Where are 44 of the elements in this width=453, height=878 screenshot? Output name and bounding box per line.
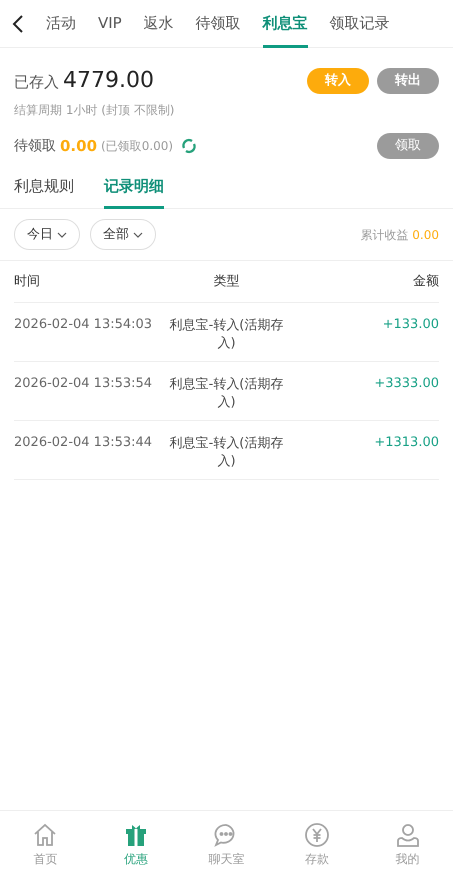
nav-tab[interactable]: 待领取 (196, 0, 241, 48)
nav-tab[interactable]: 活动 (46, 0, 76, 48)
amount-cell-text: +1313.00 (373, 434, 439, 452)
bottom-nav-item[interactable]: 存款 (272, 811, 362, 878)
bottom-nav-item[interactable]: 优惠 (90, 811, 182, 878)
bottom-nav-item[interactable]: 我的 (362, 811, 453, 878)
nav-tab[interactable]: 返水 (144, 0, 174, 48)
pending-label: 待领取 (14, 136, 56, 156)
time-cell-text: 2026-02-04 13:53:44 (14, 434, 154, 452)
section-tab[interactable]: 利息规则 (14, 175, 74, 209)
column-header: 类型 (212, 272, 240, 291)
user-icon (394, 822, 421, 848)
chevron-down-icon (57, 232, 67, 238)
time-cell-text: 2026-02-04 13:53:54 (14, 375, 154, 393)
type-cell-text: 利息宝-转入(活期存入) (168, 376, 284, 412)
column-header: 金额 (412, 272, 439, 291)
chevron-down-icon (133, 232, 143, 238)
type-cell-text: 利息宝-转入(活期存入) (168, 435, 284, 471)
type-cell-text: 利息宝-转入(活期存入) (168, 317, 284, 353)
total-earnings-value: 0.00 (412, 226, 439, 244)
back-icon[interactable] (12, 14, 24, 34)
yen-icon (304, 822, 330, 848)
nav-tab[interactable]: 利息宝 (262, 0, 308, 48)
amount-cell-text: +133.00 (382, 316, 439, 334)
amount-cell-text: +3333.00 (373, 375, 439, 393)
filter-dropdown[interactable]: 今日 (14, 219, 80, 250)
nav-tab[interactable]: 领取记录 (330, 0, 390, 48)
claim-button[interactable]: 领取 (377, 133, 439, 159)
bottom-nav-item[interactable]: 聊天室 (181, 811, 272, 878)
cycle-note: 结算周期 1小时 (封顶 不限制) (14, 102, 176, 119)
transfer-out-button[interactable]: 转出 (377, 68, 439, 94)
home-icon (32, 822, 58, 848)
time-cell-text: 2026-02-04 13:54:03 (14, 316, 154, 334)
refresh-icon[interactable] (181, 138, 198, 154)
claimed-note: (已领取0.00) (101, 138, 174, 155)
column-header: 时间 (14, 272, 41, 291)
total-earnings-label: 累计收益 (360, 226, 408, 244)
section-tab[interactable]: 记录明细 (104, 175, 164, 209)
deposited-amount: 4779.00 (63, 67, 154, 95)
deposited-label: 已存入 (14, 72, 59, 93)
pending-amount: 0.00 (60, 136, 98, 157)
filter-dropdown[interactable]: 全部 (90, 219, 156, 250)
nav-tab[interactable]: VIP (98, 0, 122, 48)
bottom-nav-item[interactable]: 首页 (0, 811, 91, 878)
